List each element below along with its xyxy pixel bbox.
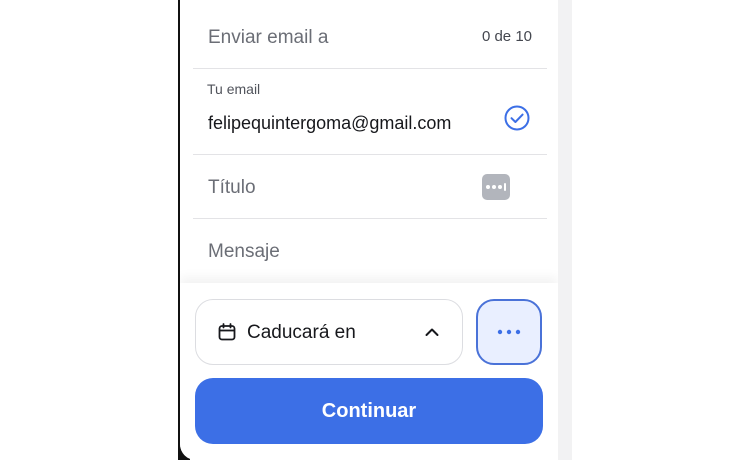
check-circle-icon	[504, 105, 530, 131]
password-dots-icon[interactable]	[482, 174, 510, 200]
title-placeholder: Título	[208, 177, 256, 198]
title-field[interactable]: Título	[193, 155, 547, 219]
panel-footer: Caducará en Continuar	[180, 283, 558, 460]
your-email-label: Tu email	[207, 81, 261, 97]
calendar-icon	[218, 323, 236, 341]
screen: Enviar email a 0 de 10 Tu email felipequ…	[0, 0, 750, 460]
more-options-button[interactable]	[476, 299, 542, 365]
scrollbar-track[interactable]	[558, 0, 572, 460]
transfer-panel: Enviar email a 0 de 10 Tu email felipequ…	[180, 0, 558, 460]
message-field[interactable]: Mensaje	[193, 219, 547, 283]
chevron-up-icon	[425, 328, 439, 336]
send-to-field[interactable]: Enviar email a 0 de 10	[193, 0, 547, 69]
transfer-form: Enviar email a 0 de 10 Tu email felipequ…	[193, 0, 547, 283]
your-email-value[interactable]: felipequintergoma@gmail.com	[208, 113, 451, 134]
recipient-counter: 0 de 10	[481, 28, 532, 45]
send-to-label: Enviar email a	[208, 27, 329, 48]
continue-button[interactable]: Continuar	[195, 378, 543, 444]
message-placeholder: Mensaje	[208, 241, 280, 262]
dots-glyph	[486, 183, 506, 191]
expiration-selector[interactable]: Caducará en	[195, 299, 463, 365]
your-email-field[interactable]: Tu email felipequintergoma@gmail.com	[193, 69, 547, 155]
expiration-label: Caducará en	[247, 322, 356, 343]
more-horizontal-icon	[497, 329, 521, 335]
